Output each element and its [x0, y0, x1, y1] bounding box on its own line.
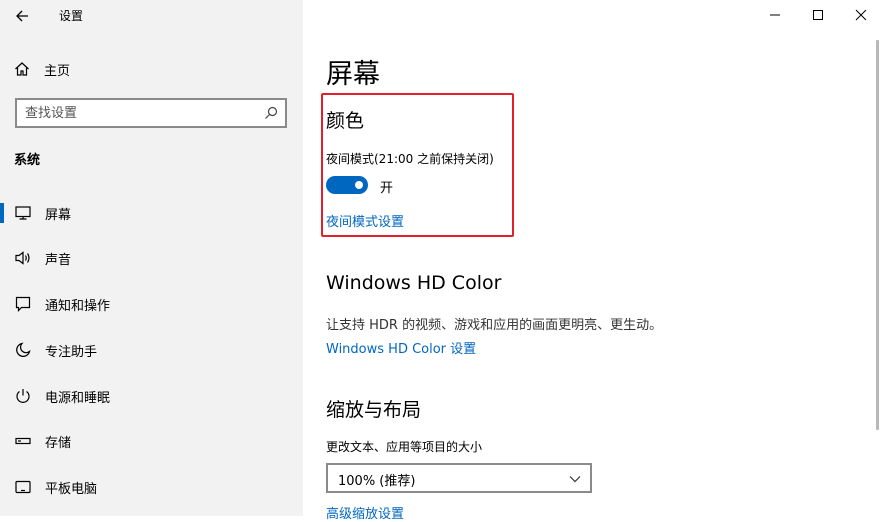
sidebar-item-focus-assist[interactable]: 专注助手 — [0, 332, 303, 368]
search-input[interactable] — [25, 103, 255, 123]
speaker-icon — [14, 249, 32, 267]
hd-color-settings-link[interactable]: Windows HD Color 设置 — [326, 338, 476, 357]
sidebar-item-label: 声音 — [45, 252, 72, 268]
sidebar-item-label: 电源和睡眠 — [45, 390, 111, 406]
sidebar-item-tablet[interactable]: 平板电脑 — [0, 469, 303, 505]
sidebar-item-label: 存储 — [45, 435, 72, 451]
sidebar-item-display[interactable]: 屏幕 — [0, 195, 303, 231]
sidebar-item-label: 屏幕 — [45, 207, 72, 223]
sidebar: 设置 主页 系统 屏幕 声音 通知和操作 专注助手 — [0, 0, 303, 516]
power-icon — [14, 387, 32, 405]
search-box[interactable] — [15, 98, 287, 128]
scrollbar[interactable] — [876, 40, 879, 430]
home-icon — [14, 61, 30, 77]
app-title: 设置 — [59, 9, 84, 23]
scale-value: 100% (推荐) — [338, 474, 416, 489]
page-title: 屏幕 — [326, 59, 380, 90]
sidebar-item-power[interactable]: 电源和睡眠 — [0, 378, 303, 414]
sidebar-item-label: 专注助手 — [45, 344, 98, 360]
scale-dropdown[interactable]: 100% (推荐) — [326, 463, 592, 493]
close-icon[interactable] — [850, 4, 872, 26]
sidebar-item-sound[interactable]: 声音 — [0, 240, 303, 276]
sidebar-item-label: 通知和操作 — [45, 298, 111, 314]
monitor-icon — [14, 204, 32, 222]
notification-icon — [14, 295, 32, 313]
scale-layout-heading: 缩放与布局 — [326, 399, 422, 421]
chevron-down-icon — [568, 472, 582, 486]
back-arrow-icon[interactable] — [12, 5, 34, 27]
hd-color-heading: Windows HD Color — [326, 272, 502, 294]
scale-label: 更改文本、应用等项目的大小 — [326, 440, 483, 454]
sidebar-item-notifications[interactable]: 通知和操作 — [0, 286, 303, 322]
home-label: 主页 — [44, 63, 71, 79]
minimize-icon[interactable] — [764, 4, 786, 26]
sidebar-item-storage[interactable]: 存储 — [0, 423, 303, 459]
search-icon[interactable] — [263, 105, 279, 121]
tablet-icon — [14, 478, 32, 496]
color-heading: 颜色 — [326, 110, 365, 132]
sidebar-item-label: 平板电脑 — [45, 481, 98, 497]
advanced-scaling-link[interactable]: 高级缩放设置 — [326, 503, 404, 522]
toggle-state-label: 开 — [380, 181, 394, 196]
home-button[interactable]: 主页 — [14, 58, 70, 80]
night-mode-label: 夜间模式(21:00 之前保持关闭) — [326, 152, 494, 166]
section-label: 系统 — [14, 153, 41, 168]
hd-color-description: 让支持 HDR 的视频、游戏和应用的画面更明亮、更生动。 — [326, 318, 663, 333]
night-mode-settings-link[interactable]: 夜间模式设置 — [326, 211, 404, 230]
main-panel: 屏幕 颜色 夜间模式(21:00 之前保持关闭) 开 夜间模式设置 Window… — [303, 0, 883, 522]
toggle-knob — [355, 181, 363, 189]
storage-icon — [14, 432, 32, 450]
moon-icon — [14, 341, 32, 359]
night-mode-toggle[interactable] — [326, 176, 368, 194]
maximize-icon[interactable] — [807, 4, 829, 26]
